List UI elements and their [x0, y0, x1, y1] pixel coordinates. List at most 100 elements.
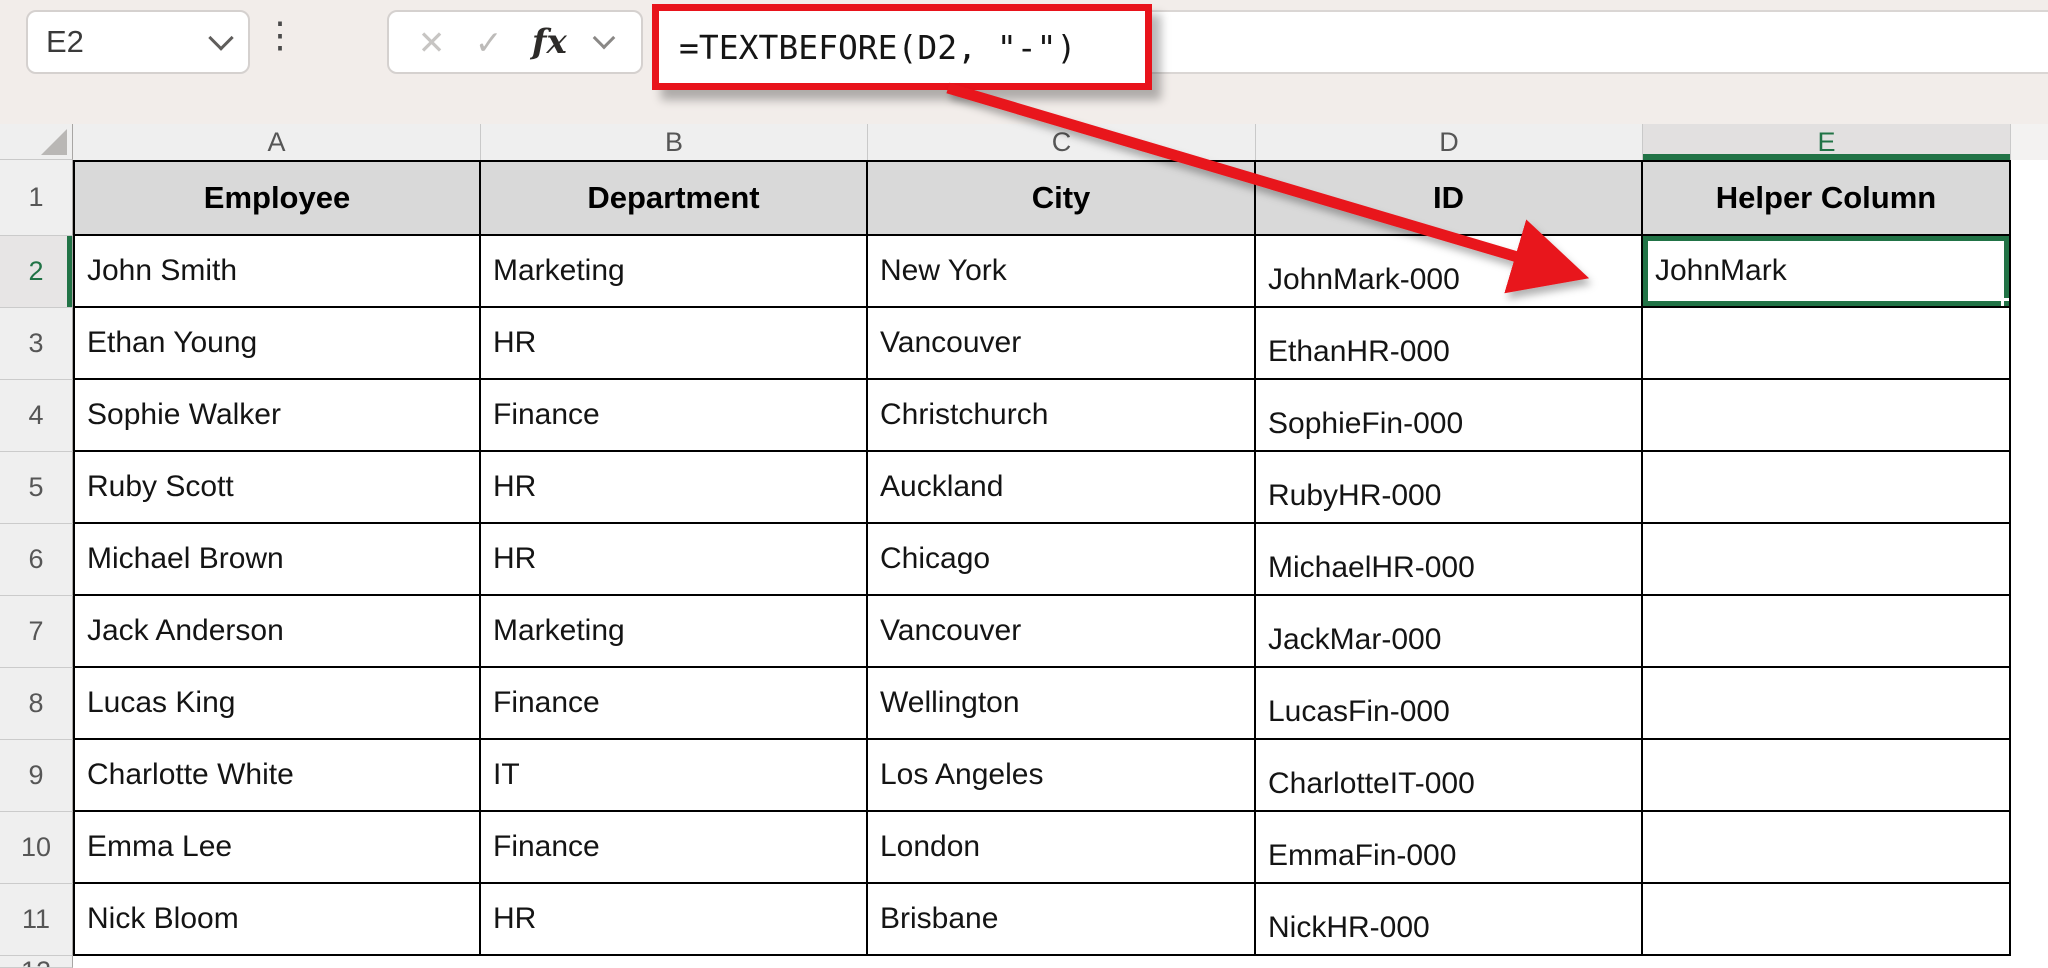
cell-b11[interactable]: HR [481, 884, 868, 956]
cell-e8[interactable] [1643, 668, 2011, 740]
column-header-c[interactable]: C [868, 124, 1256, 160]
cell-b1[interactable]: Department [481, 160, 868, 236]
empty-area [73, 956, 481, 968]
cell-b10[interactable]: Finance [481, 812, 868, 884]
cell-d9[interactable]: CharlotteIT-000 [1256, 740, 1643, 812]
cell-d10[interactable]: EmmaFin-000 [1256, 812, 1643, 884]
cell-text: JohnMark [1655, 254, 1787, 287]
cell-c2[interactable]: New York [868, 236, 1256, 308]
row-header-10[interactable]: 10 [0, 812, 73, 884]
cell-text: EthanHR-000 [1268, 335, 1450, 368]
cell-e10[interactable] [1643, 812, 2011, 884]
cell-a5[interactable]: Ruby Scott [73, 452, 481, 524]
cell-a6[interactable]: Michael Brown [73, 524, 481, 596]
cell-text: JackMar-000 [1268, 623, 1442, 656]
cell-d7[interactable]: JackMar-000 [1256, 596, 1643, 668]
cell-d2[interactable]: JohnMark-000 [1256, 236, 1643, 308]
row-header-7[interactable]: 7 [0, 596, 73, 668]
cell-e5[interactable] [1643, 452, 2011, 524]
cell-d4[interactable]: SophieFin-000 [1256, 380, 1643, 452]
cell-e1[interactable]: Helper Column [1643, 160, 2011, 236]
column-header-filler [2011, 124, 2048, 160]
cell-text: HR [493, 470, 537, 503]
cell-b7[interactable]: Marketing [481, 596, 868, 668]
cell-a9[interactable]: Charlotte White [73, 740, 481, 812]
cell-a10[interactable]: Emma Lee [73, 812, 481, 884]
enter-icon[interactable]: ✓ [475, 23, 503, 62]
insert-function-icon[interactable]: fx [532, 22, 567, 62]
cell-a11[interactable]: Nick Bloom [73, 884, 481, 956]
cell-e7[interactable] [1643, 596, 2011, 668]
cell-d8[interactable]: LucasFin-000 [1256, 668, 1643, 740]
cell-c9[interactable]: Los Angeles [868, 740, 1256, 812]
cell-b4[interactable]: Finance [481, 380, 868, 452]
row-header-3[interactable]: 3 [0, 308, 73, 380]
fill-handle[interactable] [2001, 298, 2009, 306]
empty-area [2011, 380, 2048, 452]
table-row: 11 Nick Bloom HR Brisbane NickHR-000 [0, 884, 2048, 956]
cell-text: NickHR-000 [1268, 911, 1430, 944]
column-header-d[interactable]: D [1256, 124, 1643, 160]
name-box[interactable]: E2 [26, 10, 250, 74]
cell-text: HR [493, 326, 537, 359]
cell-a3[interactable]: Ethan Young [73, 308, 481, 380]
column-header-b[interactable]: B [481, 124, 868, 160]
cell-text: MichaelHR-000 [1268, 551, 1475, 584]
cell-text: New York [880, 254, 1007, 287]
row-header-6[interactable]: 6 [0, 524, 73, 596]
cell-c5[interactable]: Auckland [868, 452, 1256, 524]
chevron-down-icon[interactable] [592, 26, 616, 50]
cell-b5[interactable]: HR [481, 452, 868, 524]
cell-e4[interactable] [1643, 380, 2011, 452]
cell-b6[interactable]: HR [481, 524, 868, 596]
row-number: 6 [28, 544, 44, 574]
column-header-a[interactable]: A [73, 124, 481, 160]
cell-text: IT [493, 758, 520, 791]
cell-a4[interactable]: Sophie Walker [73, 380, 481, 452]
cell-d3[interactable]: EthanHR-000 [1256, 308, 1643, 380]
cell-e6[interactable] [1643, 524, 2011, 596]
table-row: 9 Charlotte White IT Los Angeles Charlot… [0, 740, 2048, 812]
cell-b9[interactable]: IT [481, 740, 868, 812]
cancel-icon[interactable]: ✕ [418, 23, 446, 62]
cell-e3[interactable] [1643, 308, 2011, 380]
spreadsheet-grid: A B C D E 1 Employee Department City ID … [0, 124, 2048, 968]
row-header-12[interactable]: 12 [0, 956, 73, 968]
row-number: 9 [28, 760, 44, 790]
cell-e2-active[interactable]: JohnMark [1643, 236, 2011, 308]
row-header-9[interactable]: 9 [0, 740, 73, 812]
chevron-down-icon[interactable] [208, 25, 234, 51]
row-header-4[interactable]: 4 [0, 380, 73, 452]
cell-d6[interactable]: MichaelHR-000 [1256, 524, 1643, 596]
cell-c8[interactable]: Wellington [868, 668, 1256, 740]
cell-c6[interactable]: Chicago [868, 524, 1256, 596]
select-all-corner[interactable] [0, 124, 73, 160]
cell-text: Wellington [880, 686, 1020, 719]
cell-b2[interactable]: Marketing [481, 236, 868, 308]
cell-c10[interactable]: London [868, 812, 1256, 884]
cell-c1[interactable]: City [868, 160, 1256, 236]
column-header-e-selected[interactable]: E [1643, 124, 2011, 160]
row-header-8[interactable]: 8 [0, 668, 73, 740]
cell-e9[interactable] [1643, 740, 2011, 812]
cell-c7[interactable]: Vancouver [868, 596, 1256, 668]
cell-a7[interactable]: Jack Anderson [73, 596, 481, 668]
cell-e11[interactable] [1643, 884, 2011, 956]
row-header-11[interactable]: 11 [0, 884, 73, 956]
cell-c11[interactable]: Brisbane [868, 884, 1256, 956]
cell-text: John Smith [87, 254, 238, 287]
row-header-1[interactable]: 1 [0, 160, 73, 236]
cell-a1[interactable]: Employee [73, 160, 481, 236]
cell-b3[interactable]: HR [481, 308, 868, 380]
cell-b8[interactable]: Finance [481, 668, 868, 740]
cell-a8[interactable]: Lucas King [73, 668, 481, 740]
cell-d1[interactable]: ID [1256, 160, 1643, 236]
cell-a2[interactable]: John Smith [73, 236, 481, 308]
table-row: 8 Lucas King Finance Wellington LucasFin… [0, 668, 2048, 740]
cell-d5[interactable]: RubyHR-000 [1256, 452, 1643, 524]
cell-c3[interactable]: Vancouver [868, 308, 1256, 380]
cell-c4[interactable]: Christchurch [868, 380, 1256, 452]
cell-d11[interactable]: NickHR-000 [1256, 884, 1643, 956]
row-header-2-selected[interactable]: 2 [0, 236, 73, 308]
row-header-5[interactable]: 5 [0, 452, 73, 524]
